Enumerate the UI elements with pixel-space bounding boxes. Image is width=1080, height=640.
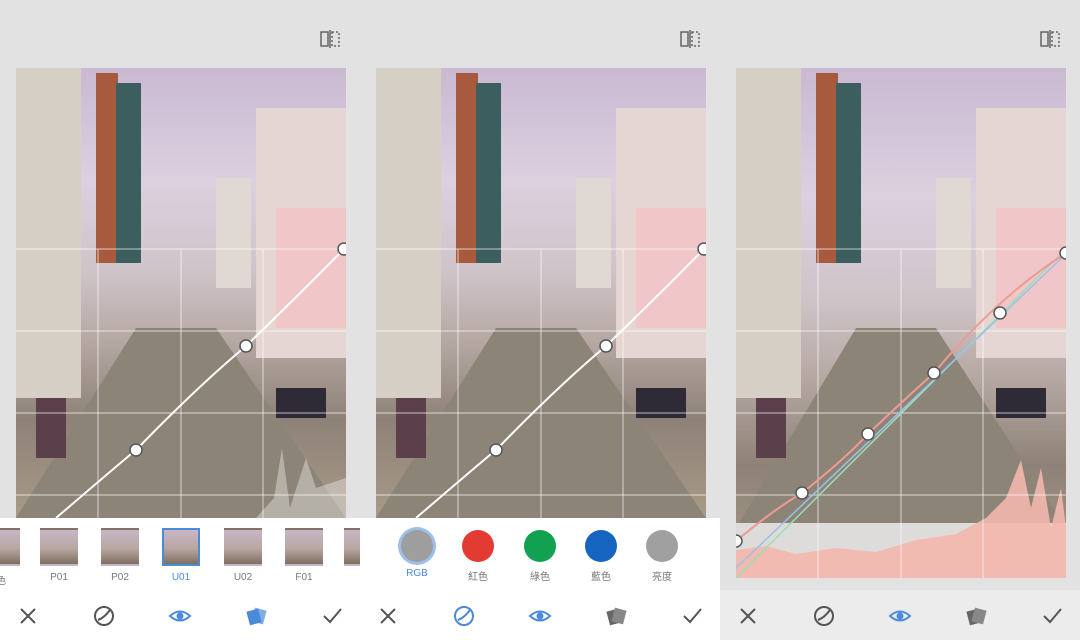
channel-red[interactable]: 紅色 xyxy=(458,530,498,583)
panel-curves-edit xyxy=(720,0,1080,640)
curves-icon[interactable] xyxy=(92,604,116,628)
eye-icon[interactable] xyxy=(168,604,192,628)
preset-p02[interactable]: P02 xyxy=(101,528,139,583)
check-icon[interactable] xyxy=(320,604,344,628)
channel-rgb[interactable]: RGB xyxy=(397,530,437,579)
photo-preview xyxy=(736,68,1066,578)
preset-u02[interactable]: U02 xyxy=(224,528,262,583)
compare-icon[interactable] xyxy=(680,30,700,48)
preset-p01[interactable]: P01 xyxy=(40,528,78,583)
eye-icon[interactable] xyxy=(528,604,552,628)
city-street-image xyxy=(736,68,1066,578)
channel-blue[interactable]: 藍色 xyxy=(581,530,621,583)
bottom-toolbar xyxy=(0,590,360,640)
preset-f01[interactable]: F01 xyxy=(285,528,323,583)
city-street-image xyxy=(376,68,706,518)
preset-f[interactable]: F xyxy=(344,528,360,583)
bottom-toolbar xyxy=(720,590,1080,640)
panel-presets: 色 P01 P02 U01 U02 F01 F xyxy=(0,0,360,640)
channel-strip: RGB 紅色 綠色 藍色 亮度 xyxy=(360,518,720,590)
close-icon[interactable] xyxy=(16,604,40,628)
compare-icon[interactable] xyxy=(1040,30,1060,48)
close-icon[interactable] xyxy=(736,604,760,628)
preset-0[interactable]: 色 xyxy=(0,528,20,587)
presets-icon[interactable] xyxy=(244,604,268,628)
photo-preview xyxy=(376,68,706,518)
check-icon[interactable] xyxy=(680,604,704,628)
preset-u01[interactable]: U01 xyxy=(162,528,200,583)
channel-green[interactable]: 綠色 xyxy=(520,530,560,583)
curves-icon[interactable] xyxy=(812,604,836,628)
city-street-image xyxy=(16,68,346,518)
eye-icon[interactable] xyxy=(888,604,912,628)
curves-icon[interactable] xyxy=(452,604,476,628)
channel-luminance[interactable]: 亮度 xyxy=(642,530,682,583)
panel-channels: RGB 紅色 綠色 藍色 亮度 xyxy=(360,0,720,640)
bottom-toolbar xyxy=(360,590,720,640)
close-icon[interactable] xyxy=(376,604,400,628)
compare-icon[interactable] xyxy=(320,30,340,48)
preset-strip: 色 P01 P02 U01 U02 F01 F xyxy=(0,518,360,590)
check-icon[interactable] xyxy=(1040,604,1064,628)
presets-icon[interactable] xyxy=(964,604,988,628)
presets-icon[interactable] xyxy=(604,604,628,628)
photo-preview xyxy=(16,68,346,518)
